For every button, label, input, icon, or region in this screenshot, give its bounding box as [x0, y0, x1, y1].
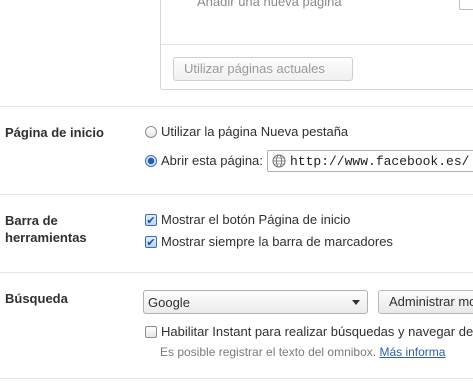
- new-tab-radio[interactable]: [145, 126, 157, 138]
- toolbar-section-title-line2: herramientas: [5, 230, 87, 245]
- section-divider: [0, 378, 473, 379]
- instant-search-hint: Es posible registrar el texto del omnibo…: [160, 345, 445, 359]
- search-engine-select[interactable]: Google: [143, 290, 368, 314]
- open-page-label: Abrir esta página:: [161, 153, 263, 168]
- new-tab-label: Utilizar la página Nueva pestaña: [161, 124, 349, 139]
- search-section-title: Búsqueda: [5, 291, 68, 306]
- show-bookmarks-bar-option[interactable]: ✔ Mostrar siempre la barra de marcadores: [145, 234, 393, 250]
- use-current-pages-button[interactable]: Utilizar páginas actuales: [173, 57, 353, 81]
- add-new-page-placeholder[interactable]: Añadir una nueva página: [197, 0, 342, 9]
- instant-search-option[interactable]: Habilitar Instant para realizar búsqueda…: [145, 324, 473, 340]
- show-bookmarks-bar-label: Mostrar siempre la barra de marcadores: [161, 234, 393, 249]
- home-page-url-value: http://www.facebook.es/: [290, 153, 470, 169]
- globe-icon: [272, 154, 286, 168]
- show-home-button-label: Mostrar el botón Página de inicio: [161, 212, 351, 227]
- open-page-radio[interactable]: [145, 155, 157, 167]
- chevron-down-icon: [352, 300, 360, 305]
- instant-search-checkbox[interactable]: [145, 326, 157, 338]
- toolbar-section-title-line1: Barra de: [5, 213, 58, 228]
- section-divider: [0, 106, 473, 107]
- show-bookmarks-bar-checkbox[interactable]: ✔: [145, 236, 157, 248]
- search-engine-value: Google: [148, 294, 190, 310]
- manage-search-engines-button[interactable]: Administrar mo: [378, 290, 473, 314]
- home-page-url-input[interactable]: http://www.facebook.es/: [267, 150, 473, 172]
- startup-pages-list: Añadir una nueva página Utilizar páginas…: [160, 0, 473, 90]
- show-home-button-checkbox[interactable]: ✔: [145, 214, 157, 226]
- startup-list-divider: [161, 44, 473, 45]
- add-page-input[interactable]: [459, 0, 473, 10]
- home-page-open-page-option[interactable]: Abrir esta página:: [145, 153, 263, 169]
- instant-search-label: Habilitar Instant para realizar búsqueda…: [161, 324, 473, 339]
- section-divider: [0, 194, 473, 195]
- settings-page: Añadir una nueva página Utilizar páginas…: [0, 0, 473, 392]
- instant-hint-text: Es posible registrar el texto del omnibo…: [160, 345, 377, 359]
- home-page-new-tab-option[interactable]: Utilizar la página Nueva pestaña: [145, 124, 348, 140]
- show-home-button-option[interactable]: ✔ Mostrar el botón Página de inicio: [145, 212, 350, 228]
- home-page-section-title: Página de inicio: [5, 125, 104, 140]
- section-divider: [0, 272, 473, 273]
- learn-more-link[interactable]: Más informa: [379, 345, 445, 359]
